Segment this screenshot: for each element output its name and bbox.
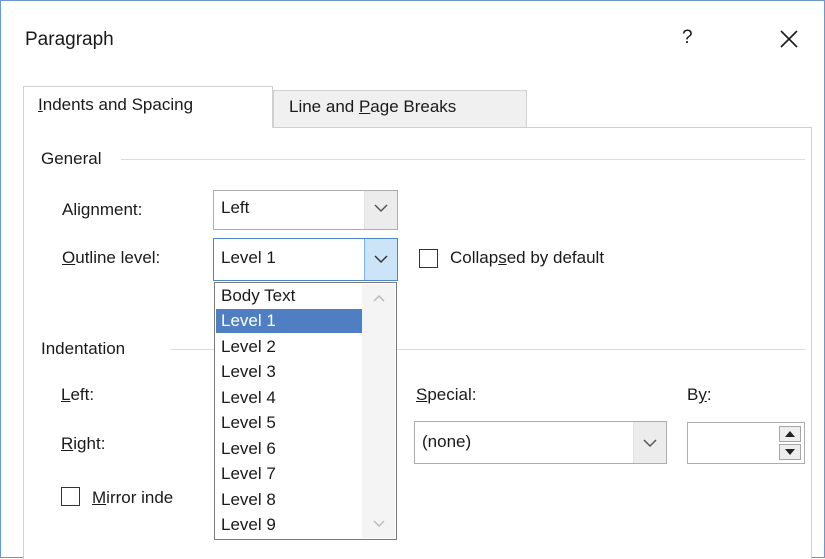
general-separator [121, 159, 805, 160]
alignment-label: Alignment: [62, 200, 142, 220]
label-accesskey: g [80, 200, 91, 219]
by-spinner[interactable] [687, 422, 805, 464]
label-part: ed by default [506, 248, 605, 267]
special-label: Special: [416, 385, 476, 405]
caret-up-icon [785, 431, 795, 437]
dropdown-option-body-text[interactable]: Body Text [216, 284, 362, 308]
chevron-down-icon [373, 520, 385, 527]
dropdown-option-level-4[interactable]: Level 4 [216, 386, 362, 410]
label-accesskey: R [61, 434, 74, 453]
outline-level-select[interactable]: Level 1 [213, 238, 398, 281]
special-dropdown-button[interactable] [633, 422, 666, 463]
indentation-group-label: Indentation [41, 339, 132, 359]
chevron-down-icon [374, 255, 388, 264]
collapsed-by-default-checkbox[interactable] [419, 249, 438, 268]
tab-line-and-page-breaks[interactable]: Line and Page Breaks [273, 90, 527, 127]
help-button[interactable]: ? [682, 27, 693, 49]
alignment-select[interactable]: Left [213, 190, 398, 230]
mirror-indents-label[interactable]: Mirror inde [92, 488, 173, 508]
tab-label-part: age Breaks [370, 97, 457, 116]
right-indent-label: Right: [61, 434, 105, 454]
dropdown-option-level-3[interactable]: Level 3 [216, 360, 362, 384]
dropdown-option-level-1[interactable]: Level 1 [216, 309, 362, 333]
caret-down-icon [785, 449, 795, 455]
close-button[interactable] [769, 21, 809, 57]
label-part: pecial: [427, 385, 477, 404]
dropdown-scrollbar[interactable] [362, 284, 395, 538]
dropdown-option-level-6[interactable]: Level 6 [216, 437, 362, 461]
tab-label-accesskey: P [358, 97, 371, 116]
label-part: irror inde [106, 488, 174, 507]
dropdown-option-level-7[interactable]: Level 7 [216, 462, 362, 486]
special-value: (none) [422, 432, 472, 451]
label-part: eft: [70, 385, 95, 404]
chevron-down-icon [374, 204, 388, 213]
close-icon [780, 30, 798, 48]
label-accesskey: O [62, 248, 76, 267]
dropdown-option-level-8[interactable]: Level 8 [216, 488, 362, 512]
spin-up-button[interactable] [779, 426, 801, 442]
dropdown-option-level-2[interactable]: Level 2 [216, 335, 362, 359]
label-part: ight: [73, 434, 106, 453]
outline-level-value: Level 1 [221, 248, 276, 267]
outline-level-label: Outline level: [62, 248, 160, 268]
dropdown-option-level-9[interactable]: Level 9 [216, 513, 362, 537]
tab-label-part: ndents and Spacing [42, 95, 194, 114]
label-accesskey: s [498, 248, 507, 267]
outline-level-dropdown-button[interactable] [364, 239, 397, 280]
label-accesskey: y [698, 385, 707, 404]
mirror-indents-checkbox[interactable] [61, 487, 80, 506]
chevron-up-icon [373, 295, 385, 302]
alignment-dropdown-button[interactable] [364, 191, 397, 229]
dialog-title: Paragraph [25, 29, 114, 50]
label-part: B [687, 385, 699, 404]
by-label: By: [687, 385, 712, 405]
left-indent-label: Left: [61, 385, 94, 405]
collapsed-by-default-label[interactable]: Collapsed by default [450, 248, 604, 268]
spin-buttons [779, 426, 801, 460]
special-select[interactable]: (none) [414, 421, 667, 464]
label-part: : [706, 385, 712, 404]
dropdown-option-level-5[interactable]: Level 5 [216, 411, 362, 435]
label-part: Ali [62, 200, 81, 219]
general-group-label: General [41, 149, 108, 169]
alignment-value: Left [221, 198, 250, 217]
label-accesskey: M [92, 488, 107, 507]
tab-indents-and-spacing[interactable]: Indents and Spacing [23, 86, 273, 128]
chevron-down-icon [643, 439, 657, 448]
label-part: nment: [90, 200, 143, 219]
label-part: utline level: [75, 248, 161, 267]
label-part: Collap [450, 248, 499, 267]
outline-level-dropdown-list: Body Text Level 1 Level 2 Level 3 Level … [214, 282, 397, 540]
paragraph-dialog: Paragraph ? Indents and Spacing Line and… [0, 0, 825, 559]
spin-down-button[interactable] [779, 444, 801, 460]
label-accesskey: S [416, 385, 428, 404]
tab-label-part: Line and [289, 97, 359, 116]
